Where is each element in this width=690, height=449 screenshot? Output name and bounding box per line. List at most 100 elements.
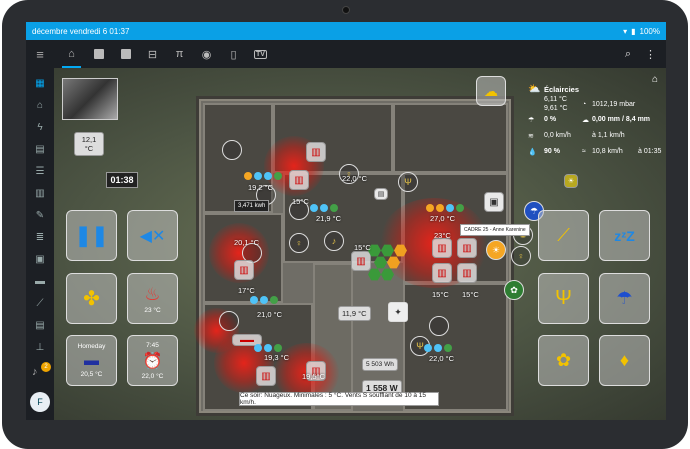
tab-phone[interactable]: ▯ <box>220 40 247 68</box>
radiator-control[interactable]: ▥ <box>234 260 254 280</box>
sidebar-item-messages[interactable]: ▤ <box>26 138 54 160</box>
tab-tv[interactable]: TV <box>247 40 274 68</box>
radiator-icon: ▥ <box>437 242 447 254</box>
sidebar-item-energy[interactable]: ϟ <box>26 116 54 138</box>
tab-square-1[interactable] <box>85 40 112 68</box>
sidebar-item-stats[interactable]: ⟋ <box>26 292 54 314</box>
menu-icon[interactable]: ≡ <box>26 40 54 68</box>
wrench-icon: ✎ <box>35 209 45 221</box>
radiator-icon: ▥ <box>261 370 271 382</box>
homeday-button[interactable]: Homeday ▬ 20,5 °C <box>66 335 117 386</box>
sidebar-item-dashboard[interactable]: ▦ <box>26 72 54 94</box>
light-switch[interactable] <box>219 311 239 331</box>
radiator-control[interactable]: ▥ <box>432 263 452 283</box>
speaker-tile[interactable]: ▣ <box>484 192 504 212</box>
sidebar-item-notes[interactable]: ▤ <box>26 314 54 336</box>
sidebar-item-list[interactable]: ☰ <box>26 160 54 182</box>
scene-bottle-button[interactable]: ♦ <box>599 335 650 386</box>
clock-display: 01:38 <box>106 172 138 188</box>
scene-flower-button[interactable]: ✿ <box>538 335 589 386</box>
radiator-icon: ▥ <box>437 267 447 279</box>
temp-bed2: 22,0 °C <box>429 354 455 363</box>
energy-wh: 5 503 Wh <box>362 358 398 371</box>
motion-sensor[interactable]: ✦ <box>388 302 408 322</box>
sidebar-item-settings[interactable]: ✎ <box>26 204 54 226</box>
weather-condition-icon: ⛅ <box>528 84 541 95</box>
bed-icon: ▬ <box>84 352 99 369</box>
weather-button[interactable]: ☁ <box>476 76 506 106</box>
sidebar-item-logbook[interactable]: ≣ <box>26 226 54 248</box>
status-dot <box>244 172 252 180</box>
sidebar-item-home[interactable]: ⌂ <box>26 94 54 116</box>
scene-water-button[interactable]: ☂ <box>599 273 650 324</box>
radiator-icon: ▥ <box>462 242 472 254</box>
radiator-control[interactable]: ▥ <box>256 366 276 386</box>
status-datetime: décembre vendredi 6 01:37 <box>32 26 130 36</box>
sidebar-item-calendar[interactable]: ▣ <box>26 248 54 270</box>
radiator-control[interactable]: ▥ <box>432 238 452 258</box>
tab-home[interactable]: ⌂ <box>58 40 85 68</box>
light-switch[interactable] <box>429 316 449 336</box>
weather-temp-min: 9,61 °C <box>544 105 568 112</box>
temp-office-low-2: 15°C <box>462 290 479 299</box>
table-icon: π <box>175 48 184 60</box>
sun-icon: ☀ <box>491 244 501 255</box>
status-dot <box>426 204 434 212</box>
search-icon[interactable]: ⌕ <box>625 48 631 61</box>
avatar[interactable]: F <box>30 392 50 412</box>
tab-bed[interactable]: ⊟ <box>139 40 166 68</box>
printer-tile[interactable]: ▤ <box>374 188 388 200</box>
temp-hall: 21,0 °C <box>257 310 283 319</box>
tab-square-2[interactable] <box>112 40 139 68</box>
sensor-dots <box>250 296 278 304</box>
sidebar-item-store[interactable]: ▬ <box>26 270 54 292</box>
camera-thumbnail[interactable] <box>62 78 118 120</box>
flower-icon: ✿ <box>555 350 572 370</box>
more-vert-icon[interactable]: ⋮ <box>645 48 656 61</box>
radiator-control[interactable]: ▥ <box>289 170 309 190</box>
sidebar-item-network[interactable]: ⊥ <box>26 336 54 358</box>
walk-icon: ✦ <box>394 306 402 317</box>
light-switch[interactable]: ♪ <box>324 231 344 251</box>
temp-bed1: 19,3 °C <box>264 353 290 362</box>
radiator-control[interactable]: ▥ <box>457 263 477 283</box>
wind-icon: ≋ <box>528 133 534 140</box>
radiator-control[interactable]: ▥ <box>457 238 477 258</box>
bell-icon: ♪ <box>331 236 337 246</box>
home-icon[interactable]: ⌂ <box>652 74 658 85</box>
square-icon <box>93 49 104 59</box>
status-dot <box>424 344 432 352</box>
radiator-control[interactable]: ▥ <box>306 142 326 162</box>
pause-button[interactable]: ❚❚ <box>66 210 117 261</box>
bell-icon[interactable]: ♪ <box>32 366 38 378</box>
status-dot <box>254 344 262 352</box>
mute-button[interactable]: ◀✕ <box>127 210 178 261</box>
tab-table[interactable]: π <box>166 40 193 68</box>
radiator-icon: ▥ <box>311 146 321 158</box>
homeday-label: Homeday <box>77 343 106 350</box>
plant-icon: ✿ <box>510 284 518 295</box>
toolbar-actions: ⌕ ⋮ <box>625 48 666 61</box>
status-dot <box>274 172 282 180</box>
weather-condition: Éclaircies <box>544 85 580 94</box>
status-dot <box>254 172 262 180</box>
lamp-icon: Ψ <box>404 177 412 187</box>
plant-sensor[interactable]: ✿ <box>504 280 524 300</box>
light-switch[interactable]: ♀ <box>289 233 309 253</box>
temp-office: 27,0 °C <box>430 214 456 223</box>
tab-eye[interactable]: ◉ <box>193 40 220 68</box>
sidebar-item-history[interactable]: ▥ <box>26 182 54 204</box>
scene-shower-button[interactable]: ⟋ <box>538 210 589 261</box>
scene-lamp-button[interactable]: Ψ <box>538 273 589 324</box>
tv-icon: TV <box>254 49 267 59</box>
light-switch[interactable]: Ψ <box>398 172 418 192</box>
sun-light[interactable]: ☀ <box>486 240 506 260</box>
light-switch[interactable]: ♀ <box>511 246 531 266</box>
radiator-control[interactable]: ▥ <box>351 251 371 271</box>
light-switch[interactable] <box>222 140 242 160</box>
fan-button[interactable]: ✤ <box>66 273 117 324</box>
heater-button[interactable]: ♨ 23 °C <box>127 273 178 324</box>
scene-sleep-button[interactable]: zᶻZ <box>599 210 650 261</box>
top-navigation: ≡ ⌂ ⊟ π ◉ ▯ TV ⌕ ⋮ <box>26 40 666 68</box>
alarm-button[interactable]: 7:45 ⏰ 22,0 °C <box>127 335 178 386</box>
